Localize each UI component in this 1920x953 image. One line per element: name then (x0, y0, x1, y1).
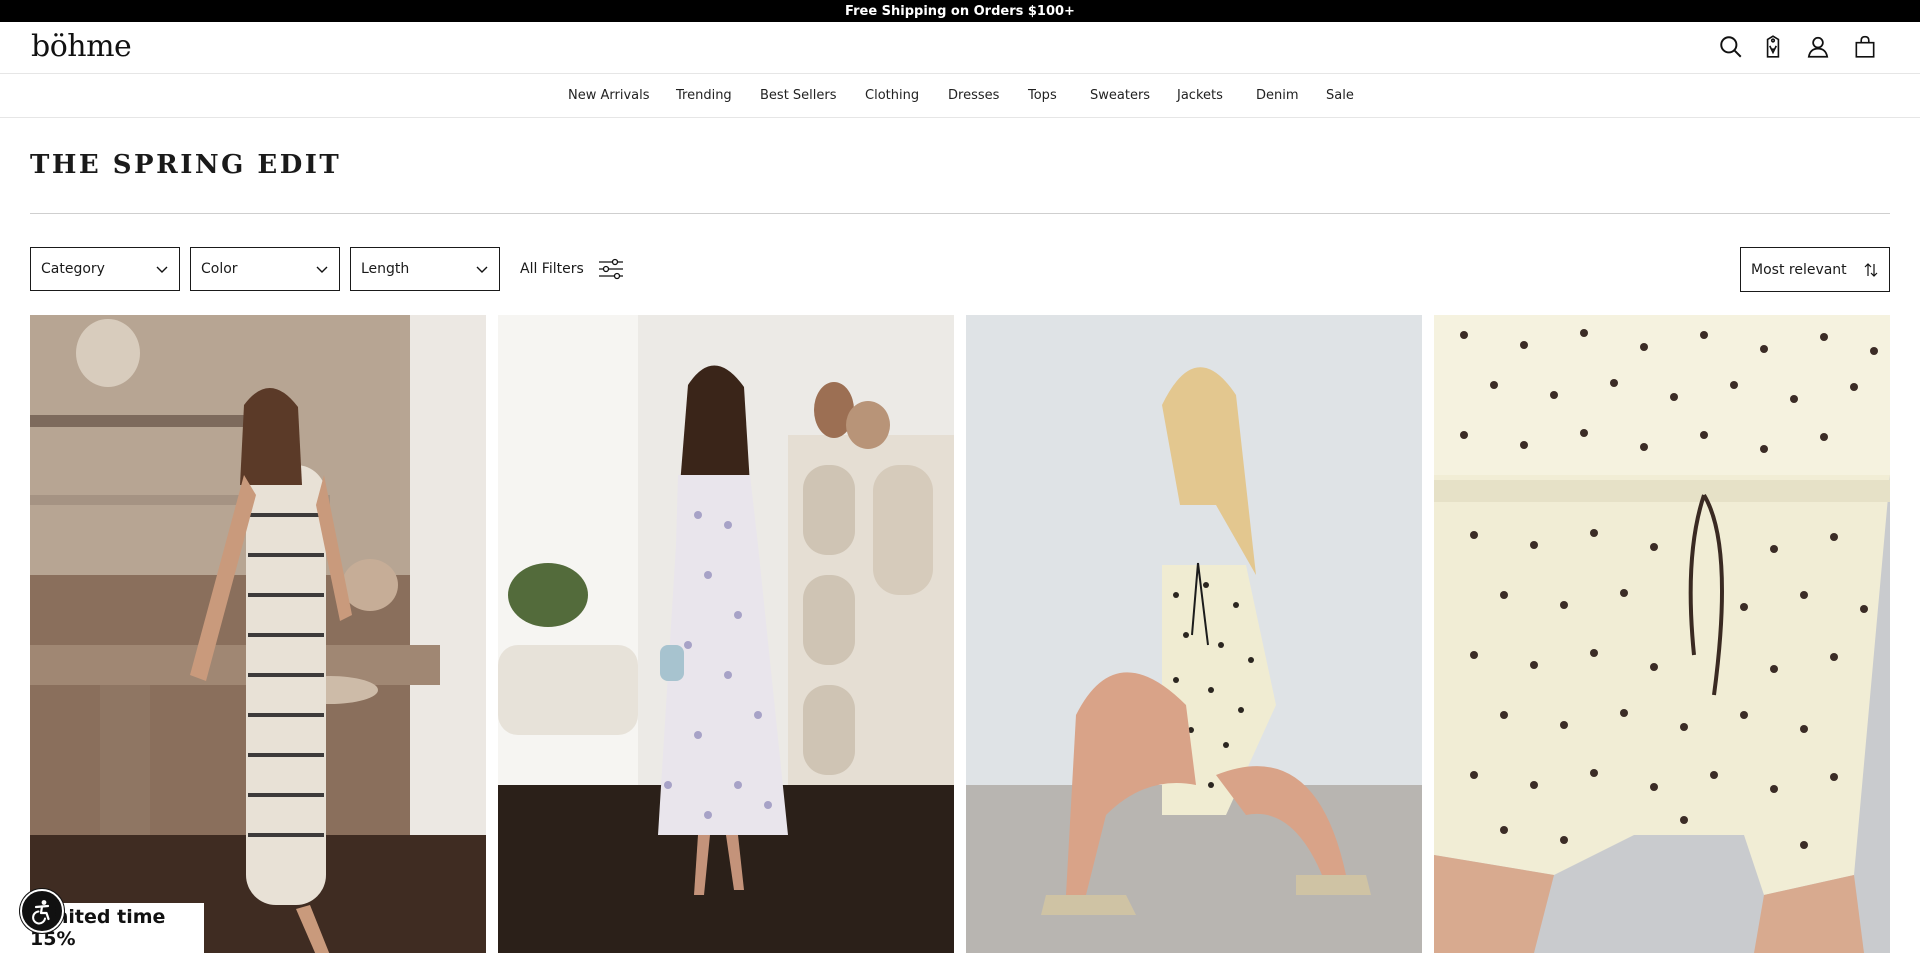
page-title: The Spring Edit (30, 150, 342, 180)
product-image (1434, 315, 1890, 953)
nav-item-new-arrivals[interactable]: New Arrivals (568, 88, 650, 103)
gift-tag-icon[interactable] (1758, 32, 1788, 62)
accessibility-icon[interactable] (20, 889, 64, 933)
product-card[interactable] (1434, 315, 1890, 953)
sort-dropdown[interactable]: Most relevant (1740, 247, 1890, 292)
nav-item-sale[interactable]: Sale (1326, 88, 1354, 103)
nav-item-trending[interactable]: Trending (676, 88, 732, 103)
sliders-icon (598, 258, 623, 280)
nav-item-jackets[interactable]: Jackets (1177, 88, 1223, 103)
all-filters-label: All Filters (520, 261, 584, 277)
all-filters-button[interactable]: All Filters (520, 255, 624, 283)
chevron-down-icon (156, 266, 168, 273)
product-image (966, 315, 1422, 953)
nav-item-denim[interactable]: Denim (1256, 88, 1299, 103)
brand-logo[interactable]: böhme (31, 29, 132, 65)
category-filter-label: Category (41, 261, 105, 277)
chevron-down-icon (316, 266, 328, 273)
color-filter-dropdown[interactable]: Color (190, 247, 340, 291)
product-card[interactable] (498, 315, 954, 953)
sort-arrows-icon (1864, 262, 1878, 277)
account-icon[interactable] (1803, 32, 1833, 62)
announcement-bar: Free Shipping on Orders $100+ (0, 0, 1920, 22)
chevron-down-icon (476, 266, 488, 273)
nav-item-sweaters[interactable]: Sweaters (1090, 88, 1150, 103)
product-image (30, 315, 486, 953)
cart-icon[interactable] (1850, 32, 1880, 62)
product-card[interactable] (966, 315, 1422, 953)
length-filter-dropdown[interactable]: Length (350, 247, 500, 291)
sort-label: Most relevant (1751, 261, 1847, 278)
category-filter-dropdown[interactable]: Category (30, 247, 180, 291)
divider (30, 213, 1890, 214)
site-header: böhme (0, 22, 1920, 74)
nav-item-best-sellers[interactable]: Best Sellers (760, 88, 837, 103)
product-image (498, 315, 954, 953)
length-filter-label: Length (361, 261, 410, 277)
color-filter-label: Color (201, 261, 238, 277)
nav-item-tops[interactable]: Tops (1028, 88, 1057, 103)
nav-item-dresses[interactable]: Dresses (948, 88, 999, 103)
product-card[interactable] (30, 315, 486, 953)
search-icon[interactable] (1716, 32, 1746, 62)
nav-item-clothing[interactable]: Clothing (865, 88, 919, 103)
main-nav: New Arrivals Trending Best Sellers Cloth… (0, 75, 1920, 118)
